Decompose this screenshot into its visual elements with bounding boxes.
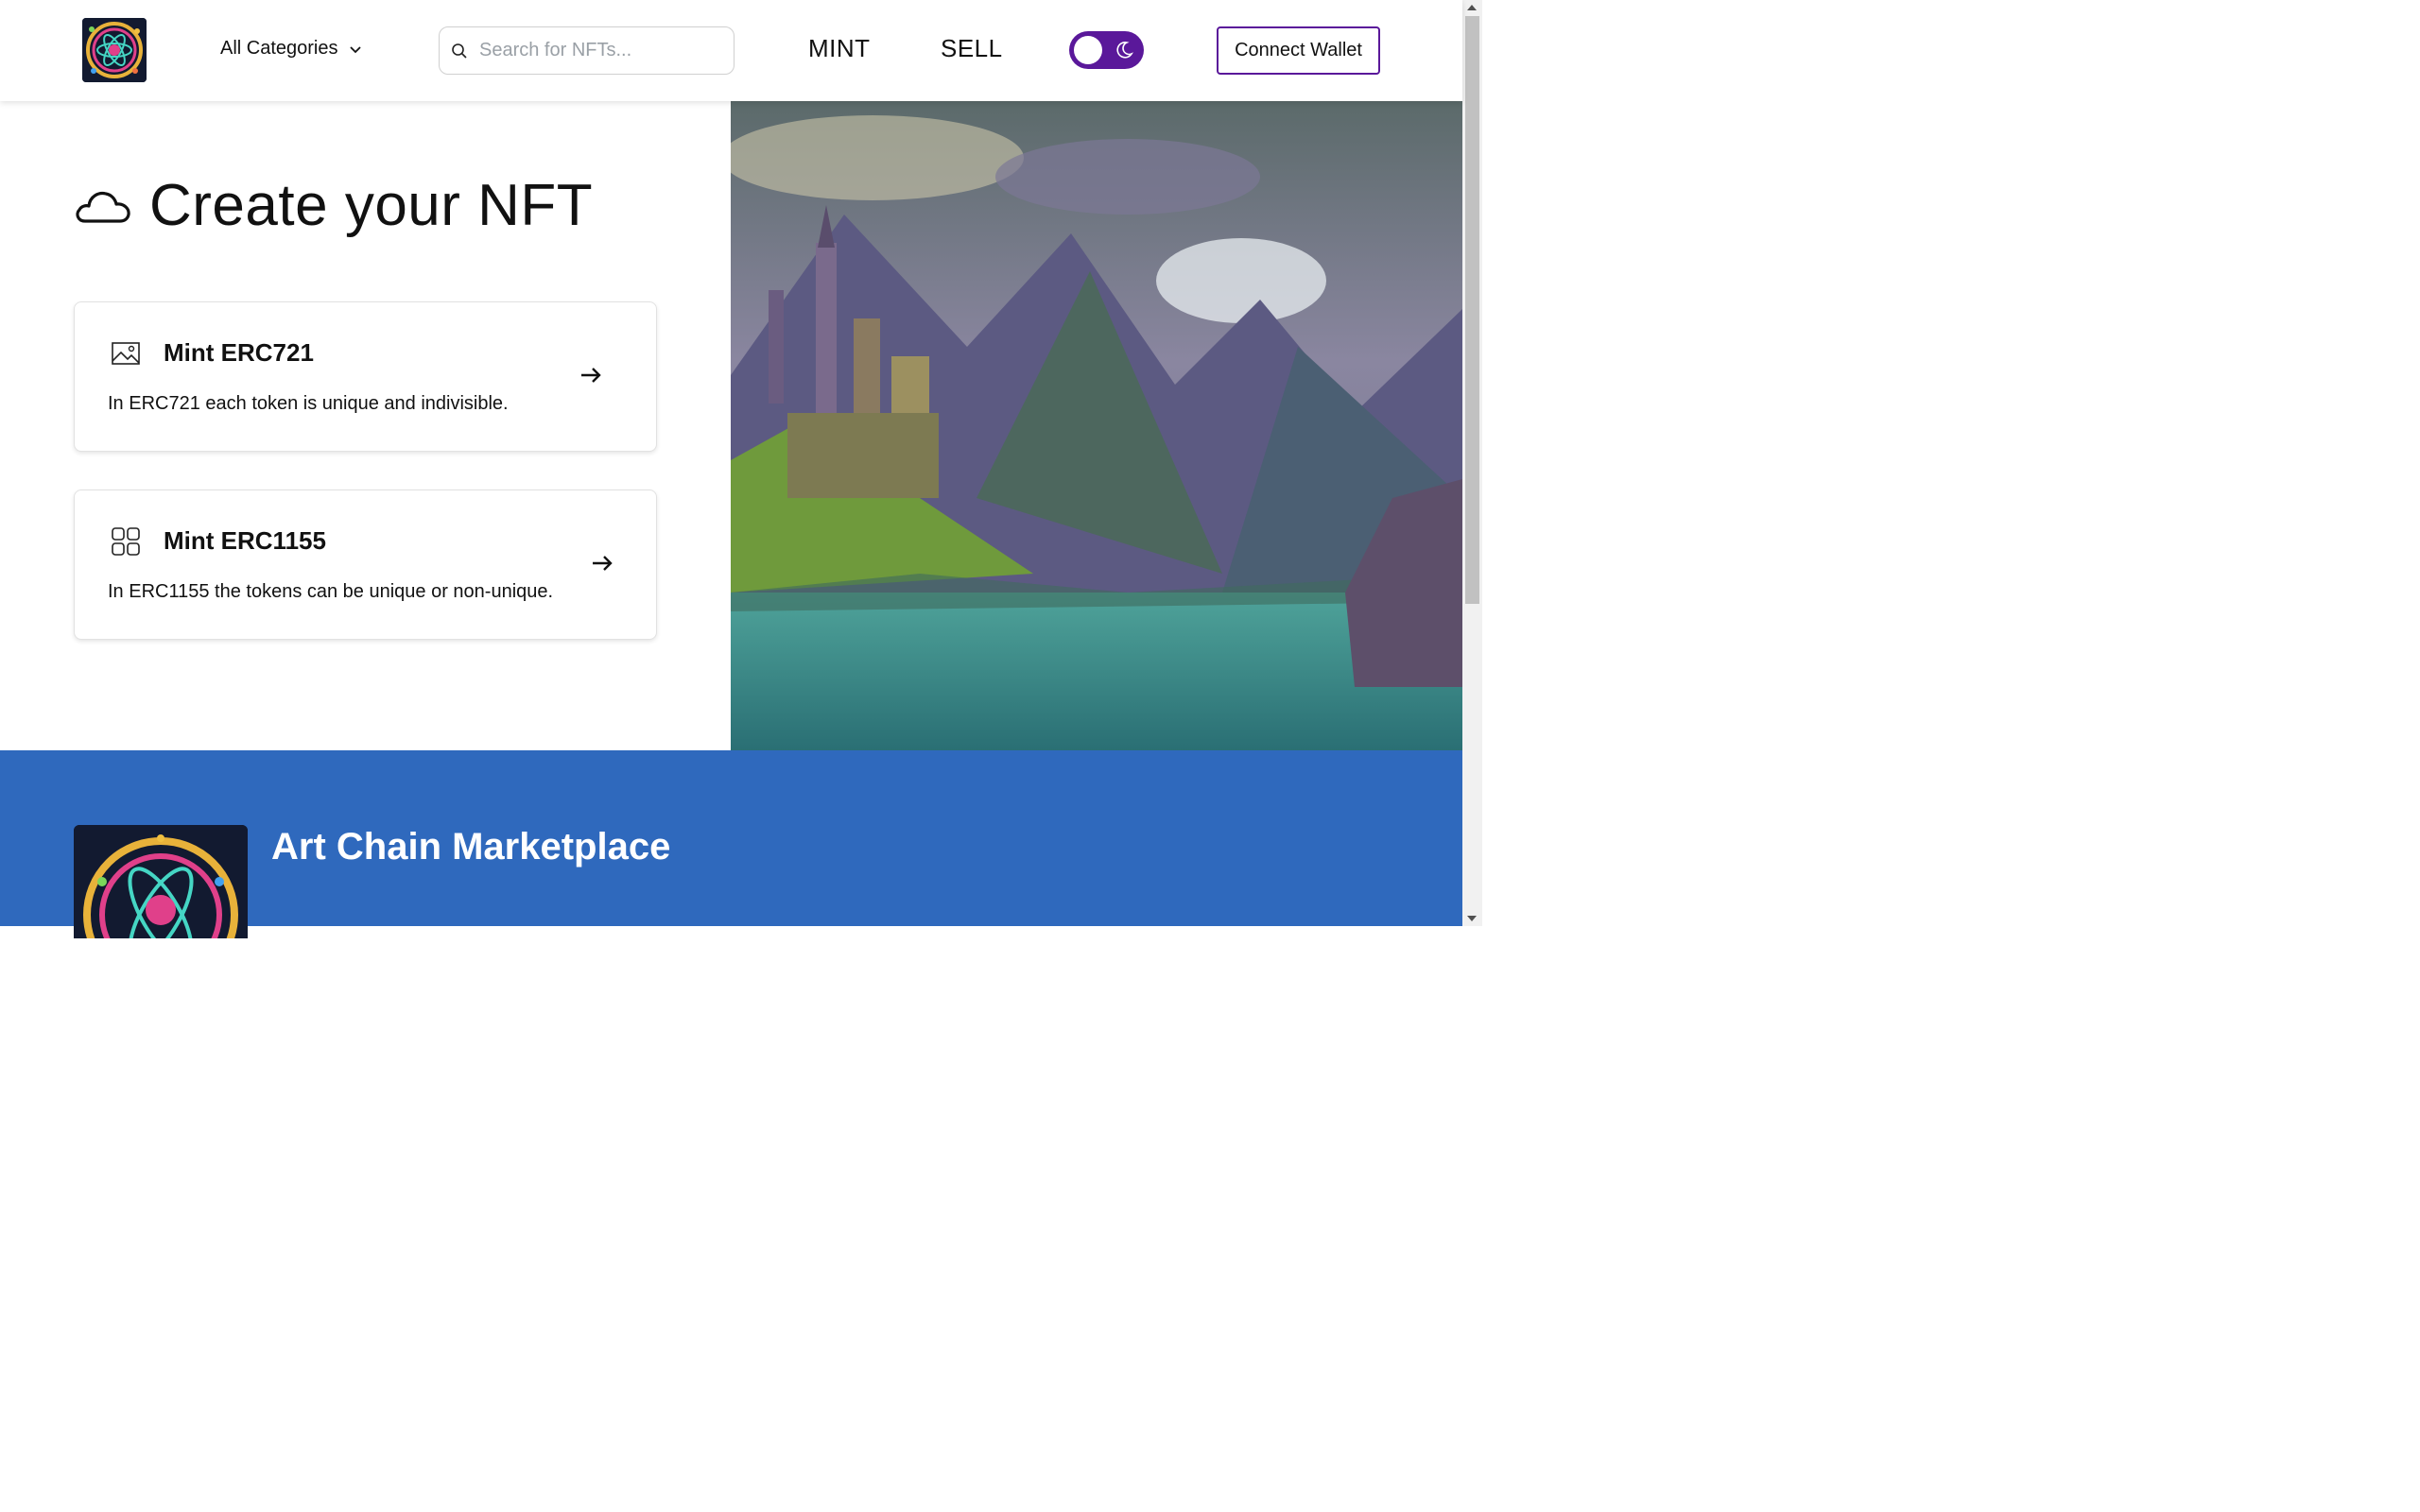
card-description: In ERC721 each token is unique and indiv… bbox=[108, 393, 509, 414]
cloud-icon bbox=[76, 191, 130, 223]
card-description: In ERC1155 the tokens can be unique or n… bbox=[108, 581, 554, 602]
nav-sell-link[interactable]: SELL bbox=[941, 34, 1003, 63]
connect-wallet-button[interactable]: Connect Wallet bbox=[1217, 26, 1380, 75]
hero-image bbox=[731, 101, 1462, 750]
scrollbar-thumb[interactable] bbox=[1465, 16, 1479, 604]
page-title: Create your NFT bbox=[149, 173, 594, 238]
scroll-down-arrow-icon[interactable] bbox=[1467, 916, 1477, 921]
scroll-up-arrow-icon[interactable] bbox=[1467, 5, 1477, 10]
category-label: All Categories bbox=[220, 38, 338, 59]
theme-toggle[interactable] bbox=[1069, 31, 1144, 69]
nft-logo-icon[interactable] bbox=[82, 18, 147, 82]
arrow-right-icon bbox=[593, 556, 613, 571]
chevron-down-icon bbox=[349, 45, 361, 53]
mint-erc1155-card[interactable]: Mint ERC1155 In ERC1155 the tokens can b… bbox=[74, 490, 657, 640]
card-title: Mint ERC721 bbox=[164, 338, 314, 367]
image-icon bbox=[112, 342, 140, 365]
search-input[interactable] bbox=[479, 40, 716, 61]
top-navbar: All Categories MINT SELL Connect Wallet bbox=[0, 0, 1462, 101]
footer: Art Chain Marketplace bbox=[0, 750, 1462, 938]
arrow-right-icon bbox=[581, 368, 601, 383]
moon-icon bbox=[1116, 42, 1133, 59]
nav-mint-link[interactable]: MINT bbox=[808, 34, 871, 63]
page-scrollbar[interactable] bbox=[1462, 0, 1482, 926]
card-title: Mint ERC1155 bbox=[164, 526, 326, 555]
search-icon bbox=[452, 43, 467, 59]
grid-icon bbox=[112, 527, 140, 556]
search-box bbox=[439, 26, 735, 75]
mint-erc721-card[interactable]: Mint ERC721 In ERC721 each token is uniq… bbox=[74, 301, 657, 452]
footer-logo-icon bbox=[74, 825, 248, 938]
toggle-knob bbox=[1074, 36, 1102, 64]
category-dropdown[interactable]: All Categories bbox=[220, 38, 363, 60]
footer-title: Art Chain Marketplace bbox=[271, 826, 671, 868]
page-heading: Create your NFT bbox=[74, 172, 593, 239]
